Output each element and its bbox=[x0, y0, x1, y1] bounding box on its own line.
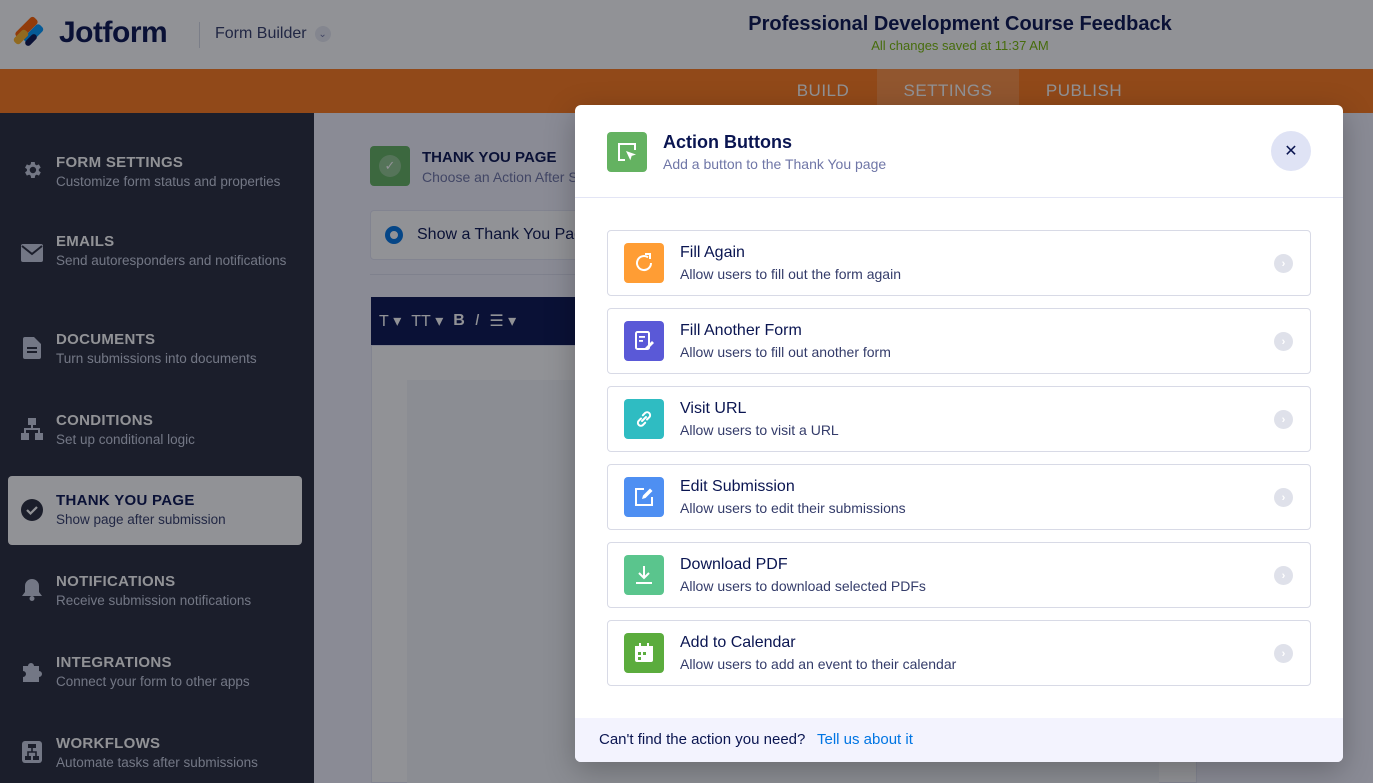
action-download-pdf[interactable]: Download PDF Allow users to download sel… bbox=[607, 542, 1311, 608]
action-visit-url[interactable]: Visit URL Allow users to visit a URL › bbox=[607, 386, 1311, 452]
action-title: Add to Calendar bbox=[680, 634, 796, 651]
refresh-icon bbox=[624, 243, 664, 283]
cursor-click-icon bbox=[607, 132, 647, 172]
modal-subtitle: Add a button to the Thank You page bbox=[663, 156, 887, 172]
download-icon bbox=[624, 555, 664, 595]
chevron-right-icon: › bbox=[1274, 488, 1293, 507]
action-desc: Allow users to fill out another form bbox=[680, 344, 891, 360]
chevron-right-icon: › bbox=[1274, 332, 1293, 351]
action-title: Fill Another Form bbox=[680, 322, 802, 339]
action-title: Download PDF bbox=[680, 556, 788, 573]
action-desc: Allow users to visit a URL bbox=[680, 422, 839, 438]
footer-question: Can't find the action you need? bbox=[599, 731, 806, 748]
chevron-right-icon: › bbox=[1274, 644, 1293, 663]
form-edit-icon bbox=[624, 321, 664, 361]
action-fill-again[interactable]: Fill Again Allow users to fill out the f… bbox=[607, 230, 1311, 296]
close-icon: ✕ bbox=[1284, 143, 1298, 160]
modal-footer: Can't find the action you need? Tell us … bbox=[575, 718, 1343, 762]
tell-us-link[interactable]: Tell us about it bbox=[817, 731, 913, 748]
action-desc: Allow users to fill out the form again bbox=[680, 266, 901, 282]
action-buttons-modal: Action Buttons Add a button to the Thank… bbox=[575, 105, 1343, 762]
chevron-right-icon: › bbox=[1274, 566, 1293, 585]
chevron-right-icon: › bbox=[1274, 254, 1293, 273]
edit-icon bbox=[624, 477, 664, 517]
modal-title: Action Buttons bbox=[663, 132, 792, 152]
action-title: Edit Submission bbox=[680, 478, 795, 495]
action-title: Visit URL bbox=[680, 400, 747, 417]
action-edit-submission[interactable]: Edit Submission Allow users to edit thei… bbox=[607, 464, 1311, 530]
action-desc: Allow users to download selected PDFs bbox=[680, 578, 926, 594]
calendar-icon bbox=[624, 633, 664, 673]
modal-header: Action Buttons Add a button to the Thank… bbox=[575, 105, 1343, 198]
close-button[interactable]: ✕ bbox=[1271, 131, 1311, 171]
action-title: Fill Again bbox=[680, 244, 745, 261]
action-fill-another-form[interactable]: Fill Another Form Allow users to fill ou… bbox=[607, 308, 1311, 374]
action-desc: Allow users to add an event to their cal… bbox=[680, 656, 957, 672]
action-add-to-calendar[interactable]: Add to Calendar Allow users to add an ev… bbox=[607, 620, 1311, 686]
action-desc: Allow users to edit their submissions bbox=[680, 500, 906, 516]
chevron-right-icon: › bbox=[1274, 410, 1293, 429]
link-icon bbox=[624, 399, 664, 439]
